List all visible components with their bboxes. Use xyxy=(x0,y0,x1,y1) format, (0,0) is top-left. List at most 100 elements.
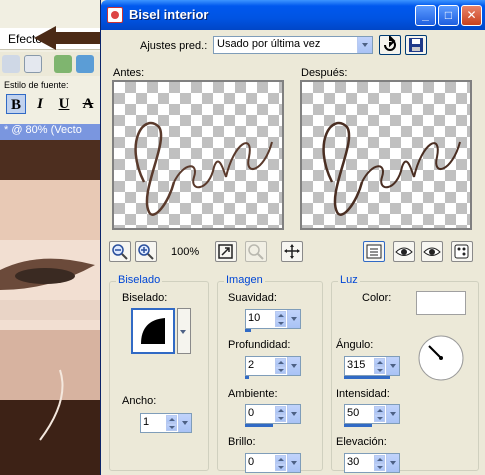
fit-button[interactable] xyxy=(215,241,237,262)
preview-list-icon xyxy=(366,244,382,259)
preview-toggle-button[interactable] xyxy=(363,241,385,262)
bevel-shape-selector[interactable] xyxy=(131,308,175,354)
toolbar-layer-icon[interactable] xyxy=(76,55,94,73)
before-label: Antes: xyxy=(113,67,145,79)
chevron-down-icon[interactable] xyxy=(177,323,190,341)
proof-button[interactable] xyxy=(393,241,415,262)
intensity-spin-arrows[interactable] xyxy=(374,406,385,422)
chevron-down-icon[interactable] xyxy=(386,357,399,375)
angle-value: 315 xyxy=(347,359,366,371)
ambient-label: Ambiente: xyxy=(228,388,278,400)
chevron-down-icon[interactable] xyxy=(287,454,300,472)
smoothness-level-bar xyxy=(245,329,251,332)
color-label: Color: xyxy=(362,292,392,304)
magnifier-disabled-icon xyxy=(248,244,264,260)
smoothness-label: Suavidad: xyxy=(228,292,277,304)
save-preset-button[interactable] xyxy=(405,35,427,55)
brightness-spinner[interactable]: 0 xyxy=(245,453,301,473)
close-button[interactable]: ✕ xyxy=(461,5,482,26)
zoom-percent: 100% xyxy=(171,246,200,258)
toolbar-expand-icon[interactable] xyxy=(24,55,42,73)
elevation-value: 30 xyxy=(347,456,360,468)
maximize-button[interactable]: □ xyxy=(438,5,459,26)
width-value: 1 xyxy=(143,416,150,428)
toolbar-image-icon[interactable] xyxy=(54,55,72,73)
intensity-label: Intensidad: xyxy=(336,388,390,400)
brightness-value: 0 xyxy=(248,456,255,468)
presets-dropdown[interactable]: Usado por última vez xyxy=(213,36,373,54)
width-spin-arrows[interactable] xyxy=(166,415,177,431)
angle-spin-arrows[interactable] xyxy=(374,358,385,374)
intensity-spinner[interactable]: 50 xyxy=(344,404,400,427)
bevel-group: Biselado Biselado: Ancho: 1 xyxy=(109,274,209,471)
bevel-group-title: Biselado xyxy=(116,274,163,286)
italic-button[interactable]: I xyxy=(30,94,50,114)
angle-spinner[interactable]: 315 xyxy=(344,356,400,379)
zoom-out-icon xyxy=(112,244,128,260)
elevation-spinner[interactable]: 30 xyxy=(344,453,400,473)
angle-level-bar xyxy=(344,376,390,379)
chevron-down-icon[interactable] xyxy=(287,357,300,375)
width-spinner[interactable]: 1 xyxy=(140,413,192,433)
chevron-down-icon[interactable] xyxy=(386,454,399,472)
smoothness-spinner[interactable]: 10 xyxy=(245,309,301,332)
before-preview-artwork xyxy=(134,121,273,216)
auto-proof-button[interactable] xyxy=(421,241,443,262)
underline-button[interactable]: U xyxy=(54,94,74,114)
presets-label: Ajustes pred.: xyxy=(140,40,208,52)
after-preview[interactable] xyxy=(300,80,472,230)
intensity-value: 50 xyxy=(347,407,360,419)
smoothness-spin-arrows[interactable] xyxy=(275,311,286,327)
chevron-down-icon[interactable] xyxy=(386,405,399,423)
zoom-in-button[interactable] xyxy=(135,241,157,262)
background-toolbar xyxy=(0,52,100,76)
angle-label: Ángulo: xyxy=(336,339,374,351)
elevation-label: Elevación: xyxy=(336,436,387,448)
background-app-window: Efecto Estilo de fuente: B I U A * @ 80%… xyxy=(0,0,100,475)
ambient-spin-arrows[interactable] xyxy=(275,406,286,422)
presets-value: Usado por última vez xyxy=(217,38,321,50)
depth-value: 2 xyxy=(248,359,255,371)
document-titlebar: * @ 80% (Vecto xyxy=(0,124,100,140)
depth-spin-arrows[interactable] xyxy=(275,358,286,374)
depth-spinner[interactable]: 2 xyxy=(245,356,301,379)
dialog-titlebar[interactable]: Bisel interior _ □ ✕ xyxy=(101,0,485,30)
strikethrough-button[interactable]: A xyxy=(78,94,98,114)
chevron-down-icon[interactable] xyxy=(178,414,191,432)
ambient-spinner[interactable]: 0 xyxy=(245,404,301,427)
zoom-out-button[interactable] xyxy=(109,241,131,262)
chevron-down-icon[interactable] xyxy=(357,37,372,53)
reset-button[interactable] xyxy=(379,34,401,55)
chevron-down-icon[interactable] xyxy=(287,310,300,328)
font-style-buttons: B I U A xyxy=(4,94,100,116)
light-group-title: Luz xyxy=(338,274,360,286)
after-preview-artwork xyxy=(322,121,461,216)
bevel-shape-dropdown[interactable] xyxy=(177,308,191,354)
light-color-swatch[interactable] xyxy=(416,291,466,315)
expand-icon xyxy=(218,244,233,259)
eye-icon xyxy=(423,247,441,256)
dice-icon xyxy=(454,244,469,259)
minimize-button[interactable]: _ xyxy=(415,5,436,26)
brightness-spin-arrows[interactable] xyxy=(275,455,286,471)
width-label: Ancho: xyxy=(122,395,157,407)
chevron-down-icon[interactable] xyxy=(287,405,300,423)
angle-dial[interactable] xyxy=(416,333,466,383)
toolbar-tool-icon[interactable] xyxy=(2,55,20,73)
before-preview[interactable] xyxy=(112,80,284,230)
elevation-spin-arrows[interactable] xyxy=(374,455,385,471)
bold-button[interactable]: B xyxy=(6,94,26,114)
pan-button[interactable] xyxy=(281,241,303,262)
zoom-in-icon xyxy=(138,244,154,260)
intensity-level-bar xyxy=(344,424,372,427)
actual-size-button[interactable] xyxy=(245,241,267,262)
randomize-button[interactable] xyxy=(451,241,473,262)
arrow-annotation xyxy=(34,26,108,50)
ambient-level-bar xyxy=(245,424,273,427)
eye-icon xyxy=(395,247,413,256)
smoothness-value: 10 xyxy=(248,312,261,324)
font-style-label: Estilo de fuente: xyxy=(4,80,69,90)
dialog-title: Bisel interior xyxy=(129,7,209,22)
reset-icon xyxy=(384,34,396,51)
app-icon xyxy=(107,7,123,23)
